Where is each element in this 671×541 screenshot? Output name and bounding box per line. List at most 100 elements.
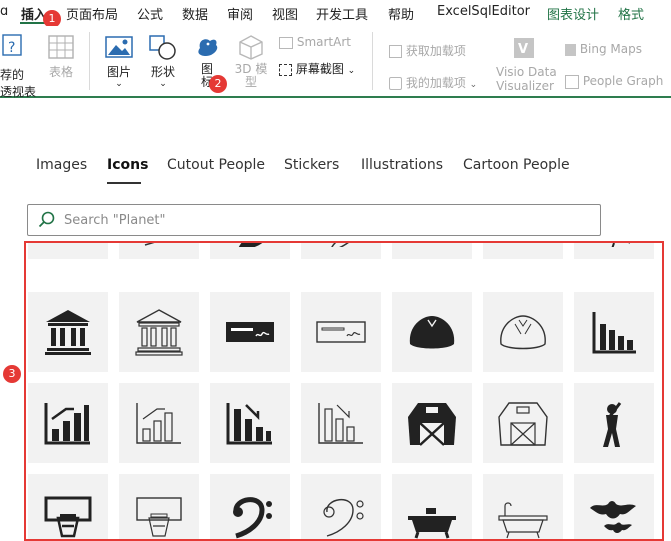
bass-clef-icon-outline — [323, 499, 364, 537]
screenshot-icon — [279, 63, 292, 76]
tab-page-layout[interactable]: 页面布局 — [66, 4, 118, 23]
tab-data[interactable]: 数据 — [182, 4, 208, 23]
svg-text:?: ? — [8, 40, 15, 56]
smartart-button[interactable]: SmartArt — [279, 35, 351, 49]
icon-tile[interactable] — [210, 243, 290, 259]
tab-cutout-people[interactable]: Cutout People — [167, 157, 265, 173]
tab-format[interactable]: 格式 — [618, 4, 644, 23]
shapes-dropdown-icon: ⌄ — [159, 79, 167, 89]
icon-tile-bar-chart-down-outline[interactable] — [301, 383, 381, 463]
bing-maps-button[interactable]: Bing Maps — [565, 42, 642, 56]
basketball-hoop-icon-filled — [44, 496, 92, 538]
tab-illustrations[interactable]: Illustrations — [361, 157, 443, 173]
screenshot-button[interactable]: 屏幕截图 ⌄ — [279, 60, 355, 77]
pictures-dropdown-icon: ⌄ — [115, 79, 123, 89]
store-icon — [389, 45, 402, 58]
icon-tile-bar-chart-filled[interactable] — [574, 292, 654, 372]
bar-chart-down-icon-filled — [226, 403, 272, 445]
partial-icon-2 — [144, 243, 155, 246]
tab-help[interactable]: 帮助 — [388, 4, 414, 23]
partial-icon-6 — [495, 241, 551, 247]
baseball-player-icon — [603, 402, 622, 447]
icon-tile[interactable] — [483, 241, 563, 259]
check-icon-filled — [226, 322, 274, 342]
icon-tile-bar-chart-down-filled[interactable] — [210, 383, 290, 463]
picture-icon — [105, 36, 133, 58]
icon-tile[interactable] — [392, 241, 472, 259]
bank-icon-outline — [135, 309, 183, 356]
icon-tile-baseball-player[interactable] — [574, 383, 654, 463]
icon-tile-bar-chart-up-filled[interactable] — [28, 383, 108, 463]
tab-view[interactable]: 视图 — [272, 4, 298, 23]
tab-formulas[interactable]: 公式 — [137, 4, 163, 23]
pictures-button[interactable]: 图片 ⌄ — [103, 34, 135, 89]
tab-icons[interactable]: Icons — [107, 157, 148, 173]
icon-tile-basketball-hoop-filled[interactable] — [28, 474, 108, 539]
shapes-label: 形状 — [150, 65, 175, 79]
tab-excelsqleditor[interactable]: ExcelSqlEditor — [437, 4, 530, 19]
table-icon — [48, 35, 74, 59]
visio-data-visualizer-button[interactable]: V Visio Data Visualizer — [496, 34, 557, 93]
tab-chart-design[interactable]: 图表设计 — [547, 4, 599, 23]
icon-tile-bank-outline[interactable] — [119, 292, 199, 372]
icon-tile-bass-clef-filled[interactable] — [210, 474, 290, 539]
icon-tile-bar-chart-up-outline[interactable] — [119, 383, 199, 463]
partial-icon-1 — [40, 241, 96, 247]
step-badge-2: 2 — [209, 75, 227, 93]
partial-icon-4 — [331, 243, 349, 247]
my-addins-button[interactable]: 我的加载项 ⌄ — [389, 74, 477, 91]
recommended-pivot-button[interactable]: ? — [0, 34, 26, 63]
icon-tile-basketball-hoop-outline[interactable] — [119, 474, 199, 539]
icon-tile-bun-filled[interactable] — [392, 292, 472, 372]
icon-tile-barn-filled[interactable] — [392, 383, 472, 463]
pivot-table-icon: ? — [2, 34, 22, 56]
icon-tile-bun-outline[interactable] — [483, 292, 563, 372]
shapes-icon — [149, 35, 176, 60]
3d-models-label: 3D 模 型 — [234, 62, 268, 89]
ribbon-divider — [89, 32, 90, 90]
icon-tile[interactable] — [28, 241, 108, 259]
get-addins-button[interactable]: 获取加载项 — [389, 42, 466, 59]
people-graph-icon — [565, 74, 579, 89]
icon-tile[interactable] — [574, 243, 654, 259]
table-label: 表格 — [48, 65, 73, 79]
tab-cartoon-people[interactable]: Cartoon People — [463, 157, 570, 173]
bun-icon-filled — [409, 316, 455, 349]
search-input[interactable] — [62, 210, 586, 230]
icon-gallery — [24, 241, 664, 541]
shapes-button[interactable]: 形状 ⌄ — [147, 34, 179, 89]
icons-bird-icon — [198, 39, 218, 56]
search-icon — [38, 211, 55, 228]
partial-icon-5 — [404, 241, 460, 247]
smartart-label: SmartArt — [296, 35, 351, 49]
table-button[interactable]: 表格 — [45, 34, 77, 80]
icon-tile[interactable] — [301, 243, 381, 259]
tab-developer[interactable]: 开发工具 — [316, 4, 368, 23]
svg-text:V: V — [518, 42, 528, 57]
bar-chart-up-icon-filled — [44, 403, 90, 445]
icon-tile[interactable] — [119, 243, 199, 259]
icon-tile-barn-outline[interactable] — [483, 383, 563, 463]
icon-tile-bass-clef-outline[interactable] — [301, 474, 381, 539]
tab-file-partial[interactable]: ɑ — [0, 4, 8, 19]
partial-icon-7 — [611, 243, 630, 247]
icon-tile-check-outline[interactable] — [301, 292, 381, 372]
tab-review[interactable]: 审阅 — [227, 4, 253, 23]
icon-tile-bank-filled[interactable] — [28, 292, 108, 372]
search-box — [27, 204, 601, 236]
barn-icon-filled — [408, 403, 456, 446]
barn-icon-outline — [498, 402, 548, 446]
my-addins-label: 我的加载项 — [405, 76, 466, 90]
my-addins-dropdown-icon: ⌄ — [469, 80, 478, 90]
basketball-hoop-icon-outline — [136, 497, 182, 537]
icon-tile-check-filled[interactable] — [210, 292, 290, 372]
screenshot-label: 屏幕截图 — [295, 62, 344, 76]
3d-models-button[interactable]: 3D 模 型 — [234, 34, 268, 89]
icon-tile-bathtub-filled[interactable] — [392, 474, 472, 539]
people-graph-button[interactable]: People Graph — [565, 74, 663, 89]
recommended-pivot-label: 荐的 透视表 — [0, 68, 37, 99]
icon-tile-bathtub-outline[interactable] — [483, 474, 563, 539]
icon-tile-bats[interactable] — [574, 474, 654, 539]
tab-stickers[interactable]: Stickers — [284, 157, 339, 173]
tab-images[interactable]: Images — [36, 157, 87, 173]
